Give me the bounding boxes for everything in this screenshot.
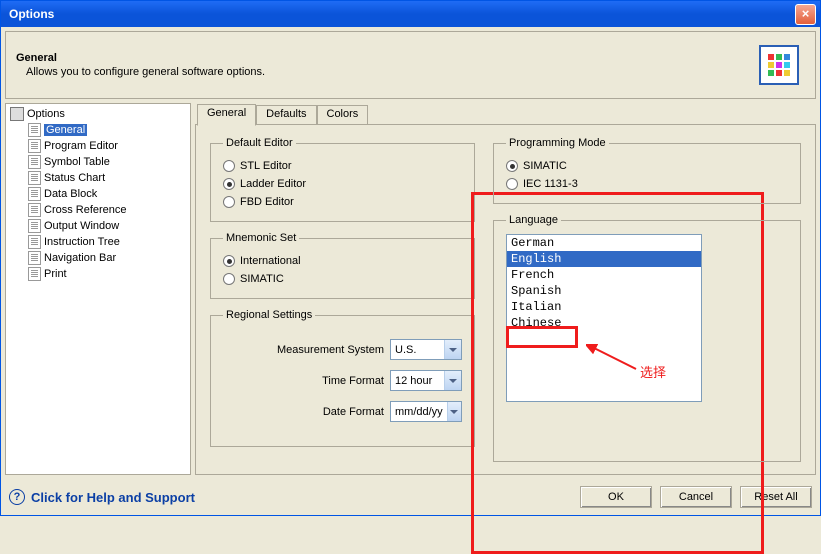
- options-window: Options × General Allows you to configur…: [0, 0, 821, 516]
- mnemonic-set-group: Mnemonic Set InternationalSIMATIC: [210, 232, 475, 299]
- tree-item-cross-reference[interactable]: Cross Reference: [8, 202, 188, 218]
- header-panel: General Allows you to configure general …: [5, 31, 816, 99]
- language-item-german[interactable]: German: [507, 235, 701, 251]
- annotation-text: 选择: [640, 362, 666, 381]
- programming-mode-option-iec-1131-3[interactable]: IEC 1131-3: [506, 175, 788, 193]
- tabs: GeneralDefaultsColors: [195, 103, 816, 124]
- default-editor-legend: Default Editor: [223, 137, 296, 149]
- close-button[interactable]: ×: [795, 4, 816, 25]
- language-item-spanish[interactable]: Spanish: [507, 283, 701, 299]
- chevron-down-icon[interactable]: [444, 340, 461, 359]
- nav-tree[interactable]: Options GeneralProgram EditorSymbol Tabl…: [5, 103, 191, 475]
- language-item-english[interactable]: English: [507, 251, 701, 267]
- header-description: Allows you to configure general software…: [16, 66, 759, 78]
- tree-root-options[interactable]: Options: [8, 106, 188, 122]
- date-format-label: Date Format: [323, 406, 384, 418]
- tab-general-content: Default Editor STL EditorLadder EditorFB…: [195, 124, 816, 475]
- date-format-combo[interactable]: mm/dd/yy: [390, 401, 462, 422]
- page-icon: [28, 139, 41, 153]
- tree-item-symbol-table[interactable]: Symbol Table: [8, 154, 188, 170]
- language-item-italian[interactable]: Italian: [507, 299, 701, 315]
- tree-item-status-chart[interactable]: Status Chart: [8, 170, 188, 186]
- time-format-label: Time Format: [322, 375, 384, 387]
- ok-button[interactable]: OK: [580, 486, 652, 508]
- tree-item-navigation-bar[interactable]: Navigation Bar: [8, 250, 188, 266]
- header-title: General: [16, 52, 759, 64]
- tree-item-program-editor[interactable]: Program Editor: [8, 138, 188, 154]
- chevron-down-icon[interactable]: [444, 371, 461, 390]
- default-editor-option-fbd-editor[interactable]: FBD Editor: [223, 193, 462, 211]
- header-icon: [759, 45, 799, 85]
- radio-icon: [223, 255, 235, 267]
- radio-icon: [506, 178, 518, 190]
- cancel-button[interactable]: Cancel: [660, 486, 732, 508]
- footer: ? Click for Help and Support OK Cancel R…: [1, 479, 820, 515]
- window-title: Options: [5, 7, 795, 21]
- folder-icon: [10, 107, 24, 121]
- programming-mode-group: Programming Mode SIMATICIEC 1131-3: [493, 137, 801, 204]
- tree-item-print[interactable]: Print: [8, 266, 188, 282]
- tree-item-instruction-tree[interactable]: Instruction Tree: [8, 234, 188, 250]
- radio-icon: [506, 160, 518, 172]
- language-listbox[interactable]: GermanEnglishFrenchSpanishItalianChinese: [506, 234, 702, 402]
- titlebar: Options ×: [1, 1, 820, 27]
- chevron-down-icon[interactable]: [447, 402, 461, 421]
- tree-item-output-window[interactable]: Output Window: [8, 218, 188, 234]
- reset-all-button[interactable]: Reset All: [740, 486, 812, 508]
- programming-mode-option-simatic[interactable]: SIMATIC: [506, 157, 788, 175]
- page-icon: [28, 267, 41, 281]
- help-text: Click for Help and Support: [31, 490, 195, 505]
- page-icon: [28, 123, 41, 137]
- tab-defaults[interactable]: Defaults: [256, 105, 316, 124]
- measurement-combo[interactable]: U.S.: [390, 339, 462, 360]
- page-icon: [28, 251, 41, 265]
- mnemonic-option-simatic[interactable]: SIMATIC: [223, 270, 462, 288]
- radio-icon: [223, 160, 235, 172]
- page-icon: [28, 155, 41, 169]
- language-legend: Language: [506, 214, 561, 226]
- programming-mode-legend: Programming Mode: [506, 137, 609, 149]
- tab-colors[interactable]: Colors: [317, 105, 369, 124]
- regional-settings-legend: Regional Settings: [223, 309, 315, 321]
- page-icon: [28, 219, 41, 233]
- default-editor-option-ladder-editor[interactable]: Ladder Editor: [223, 175, 462, 193]
- page-icon: [28, 187, 41, 201]
- tree-item-general[interactable]: General: [8, 122, 188, 138]
- mnemonic-option-international[interactable]: International: [223, 252, 462, 270]
- help-link[interactable]: ? Click for Help and Support: [9, 489, 572, 505]
- radio-icon: [223, 196, 235, 208]
- measurement-label: Measurement System: [277, 344, 384, 356]
- language-group: Language GermanEnglishFrenchSpanishItali…: [493, 214, 801, 462]
- tree-item-data-block[interactable]: Data Block: [8, 186, 188, 202]
- page-icon: [28, 171, 41, 185]
- language-item-chinese[interactable]: Chinese: [507, 315, 701, 331]
- help-icon: ?: [9, 489, 25, 505]
- page-icon: [28, 235, 41, 249]
- radio-icon: [223, 178, 235, 190]
- language-item-french[interactable]: French: [507, 267, 701, 283]
- mnemonic-set-legend: Mnemonic Set: [223, 232, 299, 244]
- default-editor-option-stl-editor[interactable]: STL Editor: [223, 157, 462, 175]
- time-format-combo[interactable]: 12 hour: [390, 370, 462, 391]
- page-icon: [28, 203, 41, 217]
- regional-settings-group: Regional Settings Measurement System U.S…: [210, 309, 475, 447]
- tab-general[interactable]: General: [197, 104, 256, 126]
- default-editor-group: Default Editor STL EditorLadder EditorFB…: [210, 137, 475, 222]
- radio-icon: [223, 273, 235, 285]
